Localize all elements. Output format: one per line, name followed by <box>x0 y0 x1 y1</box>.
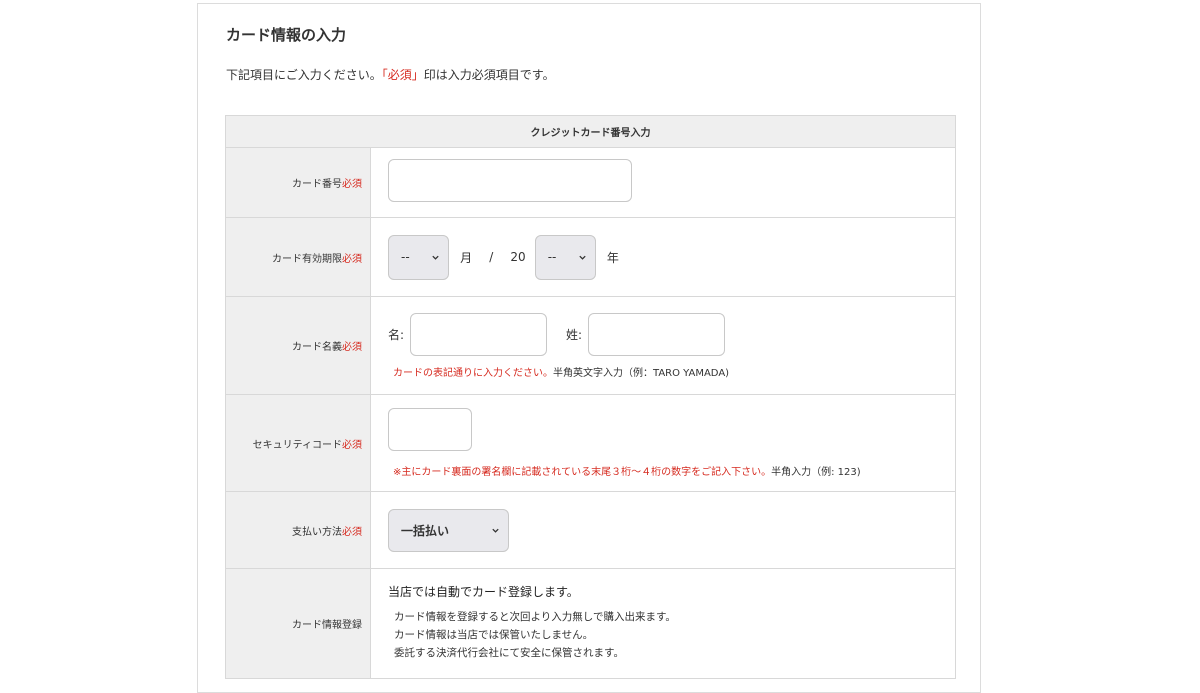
card-number-row: カード番号必須 <box>225 147 956 218</box>
page-title: カード情報の入力 <box>226 26 347 44</box>
required-mark: 必須 <box>342 342 362 353</box>
card-registration-heading: 当店では自動でカード登録します。 <box>388 585 579 599</box>
required-mark: 必須 <box>342 439 362 451</box>
required-mark: 必須 <box>342 179 362 190</box>
card-number-input[interactable] <box>388 159 632 202</box>
card-registration-line: カード情報を登録すると次回より入力無しで購入出来ます。 <box>394 611 676 623</box>
intro-prefix: 下記項目にご入力ください。 <box>226 68 382 82</box>
payment-method-label: 支払い方法必須 <box>225 491 371 569</box>
payment-method-row: 支払い方法必須 一括払い <box>225 491 956 569</box>
card-registration-row: カード情報登録 当店では自動でカード登録します。 カード情報を登録すると次回より… <box>225 568 956 679</box>
card-form-table: クレジットカード番号入力 カード番号必須 カード有効期限必須 -- 月 / 20… <box>225 115 956 679</box>
expiry-separator: / <box>489 250 494 264</box>
expiry-year-value: -- <box>547 250 557 264</box>
card-info-panel: カード情報の入力 下記項目にご入力ください。「必須」印は入力必須項目です。 クレ… <box>197 3 981 693</box>
card-expiry-row: カード有効期限必須 -- 月 / 20 -- 年 <box>225 217 956 297</box>
required-mark: 必須 <box>342 526 362 538</box>
card-name-note: カードの表記通りに入力ください。半角英文字入力（例：TARO YAMADA) <box>393 367 730 379</box>
chevron-down-icon <box>579 255 586 260</box>
section-header: クレジットカード番号入力 <box>225 115 956 148</box>
card-registration-label: カード情報登録 <box>225 568 371 679</box>
intro-text: 下記項目にご入力ください。「必須」印は入力必須項目です。 <box>226 66 555 83</box>
expiry-year-unit: 年 <box>606 250 619 265</box>
payment-method-value: 一括払い <box>401 523 450 538</box>
expiry-month-select[interactable]: -- <box>388 234 449 280</box>
first-name-prefix: 名: <box>388 327 405 342</box>
chevron-down-icon <box>492 528 499 533</box>
security-code-row: セキュリティコード必須 ※主にカード裏面の署名欄に記載されている末尾３桁～４桁の… <box>225 394 956 492</box>
expiry-month-unit: 月 <box>460 250 473 265</box>
card-registration-line: 委託する決済代行会社にて安全に保管されます。 <box>394 647 624 659</box>
security-code-label: セキュリティコード必須 <box>225 394 371 492</box>
first-name-input[interactable] <box>410 312 548 356</box>
expiry-year-select[interactable]: -- <box>534 234 596 280</box>
intro-required-mark: 「必須」 <box>381 68 424 82</box>
card-name-label: カード名義必須 <box>225 296 371 395</box>
intro-suffix: 印は入力必須項目です。 <box>423 68 555 82</box>
card-number-label: カード番号必須 <box>225 147 371 218</box>
last-name-prefix: 姓: <box>566 327 583 342</box>
required-mark: 必須 <box>342 253 362 265</box>
chevron-down-icon <box>432 255 439 260</box>
card-expiry-label: カード有効期限必須 <box>225 217 371 297</box>
last-name-input[interactable] <box>588 312 726 356</box>
payment-method-select[interactable]: 一括払い <box>388 508 509 552</box>
security-code-input[interactable] <box>388 408 472 451</box>
card-name-row: カード名義必須 名: 姓: カードの表記通りに入力ください。半角英文字入力（例：… <box>225 296 956 395</box>
expiry-year-prefix: 20 <box>510 250 526 264</box>
security-code-note: ※主にカード裏面の署名欄に記載されている末尾３桁～４桁の数字をご記入下さい。半角… <box>393 467 861 478</box>
expiry-month-value: -- <box>401 250 410 264</box>
card-registration-line: カード情報は当店では保管いたしません。 <box>394 629 594 641</box>
